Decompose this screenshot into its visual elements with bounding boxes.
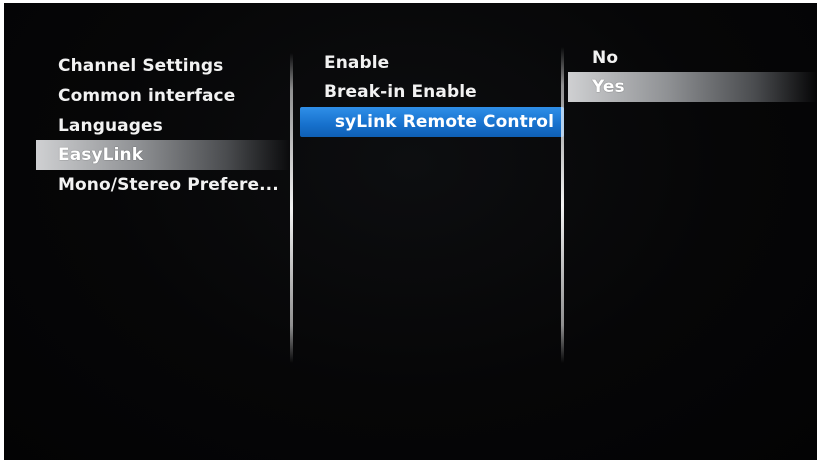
option-label: Yes <box>592 77 625 97</box>
menu-item-label: Common interface <box>58 86 236 106</box>
menu-item-channel-settings[interactable]: Channel Settings <box>36 51 290 81</box>
menu-item-label: Channel Settings <box>58 56 224 76</box>
menu-item-enable[interactable]: Enable <box>300 48 564 78</box>
menu-item-easylink[interactable]: EasyLink <box>36 140 290 170</box>
menu-item-label: Mono/Stereo Prefere... <box>58 175 279 195</box>
menu-item-break-in-enable[interactable]: Break-in Enable <box>300 77 564 107</box>
option-label: No <box>592 48 619 68</box>
menu-item-easylink-remote-control[interactable]: syLink Remote Control <box>300 107 564 137</box>
column-divider <box>561 47 564 363</box>
option-no[interactable]: No <box>568 43 817 73</box>
menu-item-label: syLink Remote Control <box>334 112 554 132</box>
menu-column-options: No Yes <box>568 3 817 460</box>
menu-item-label: Languages <box>58 116 163 136</box>
menu-item-label: EasyLink <box>58 145 144 165</box>
menu-column-easylink: Enable Break-in Enable syLink Remote Con… <box>300 3 564 460</box>
menu-item-common-interface[interactable]: Common interface <box>36 81 290 111</box>
option-yes[interactable]: Yes <box>568 72 817 102</box>
menu-item-label: Break-in Enable <box>324 82 477 102</box>
tv-screen: Channel Settings Common interface Langua… <box>4 3 817 460</box>
menu-item-label: Enable <box>324 53 390 73</box>
menu-item-mono-stereo-preference[interactable]: Mono/Stereo Prefere... <box>36 170 290 200</box>
menu-column-main: Channel Settings Common interface Langua… <box>36 3 290 460</box>
column-divider <box>290 53 293 363</box>
menu-item-languages[interactable]: Languages <box>36 111 290 141</box>
